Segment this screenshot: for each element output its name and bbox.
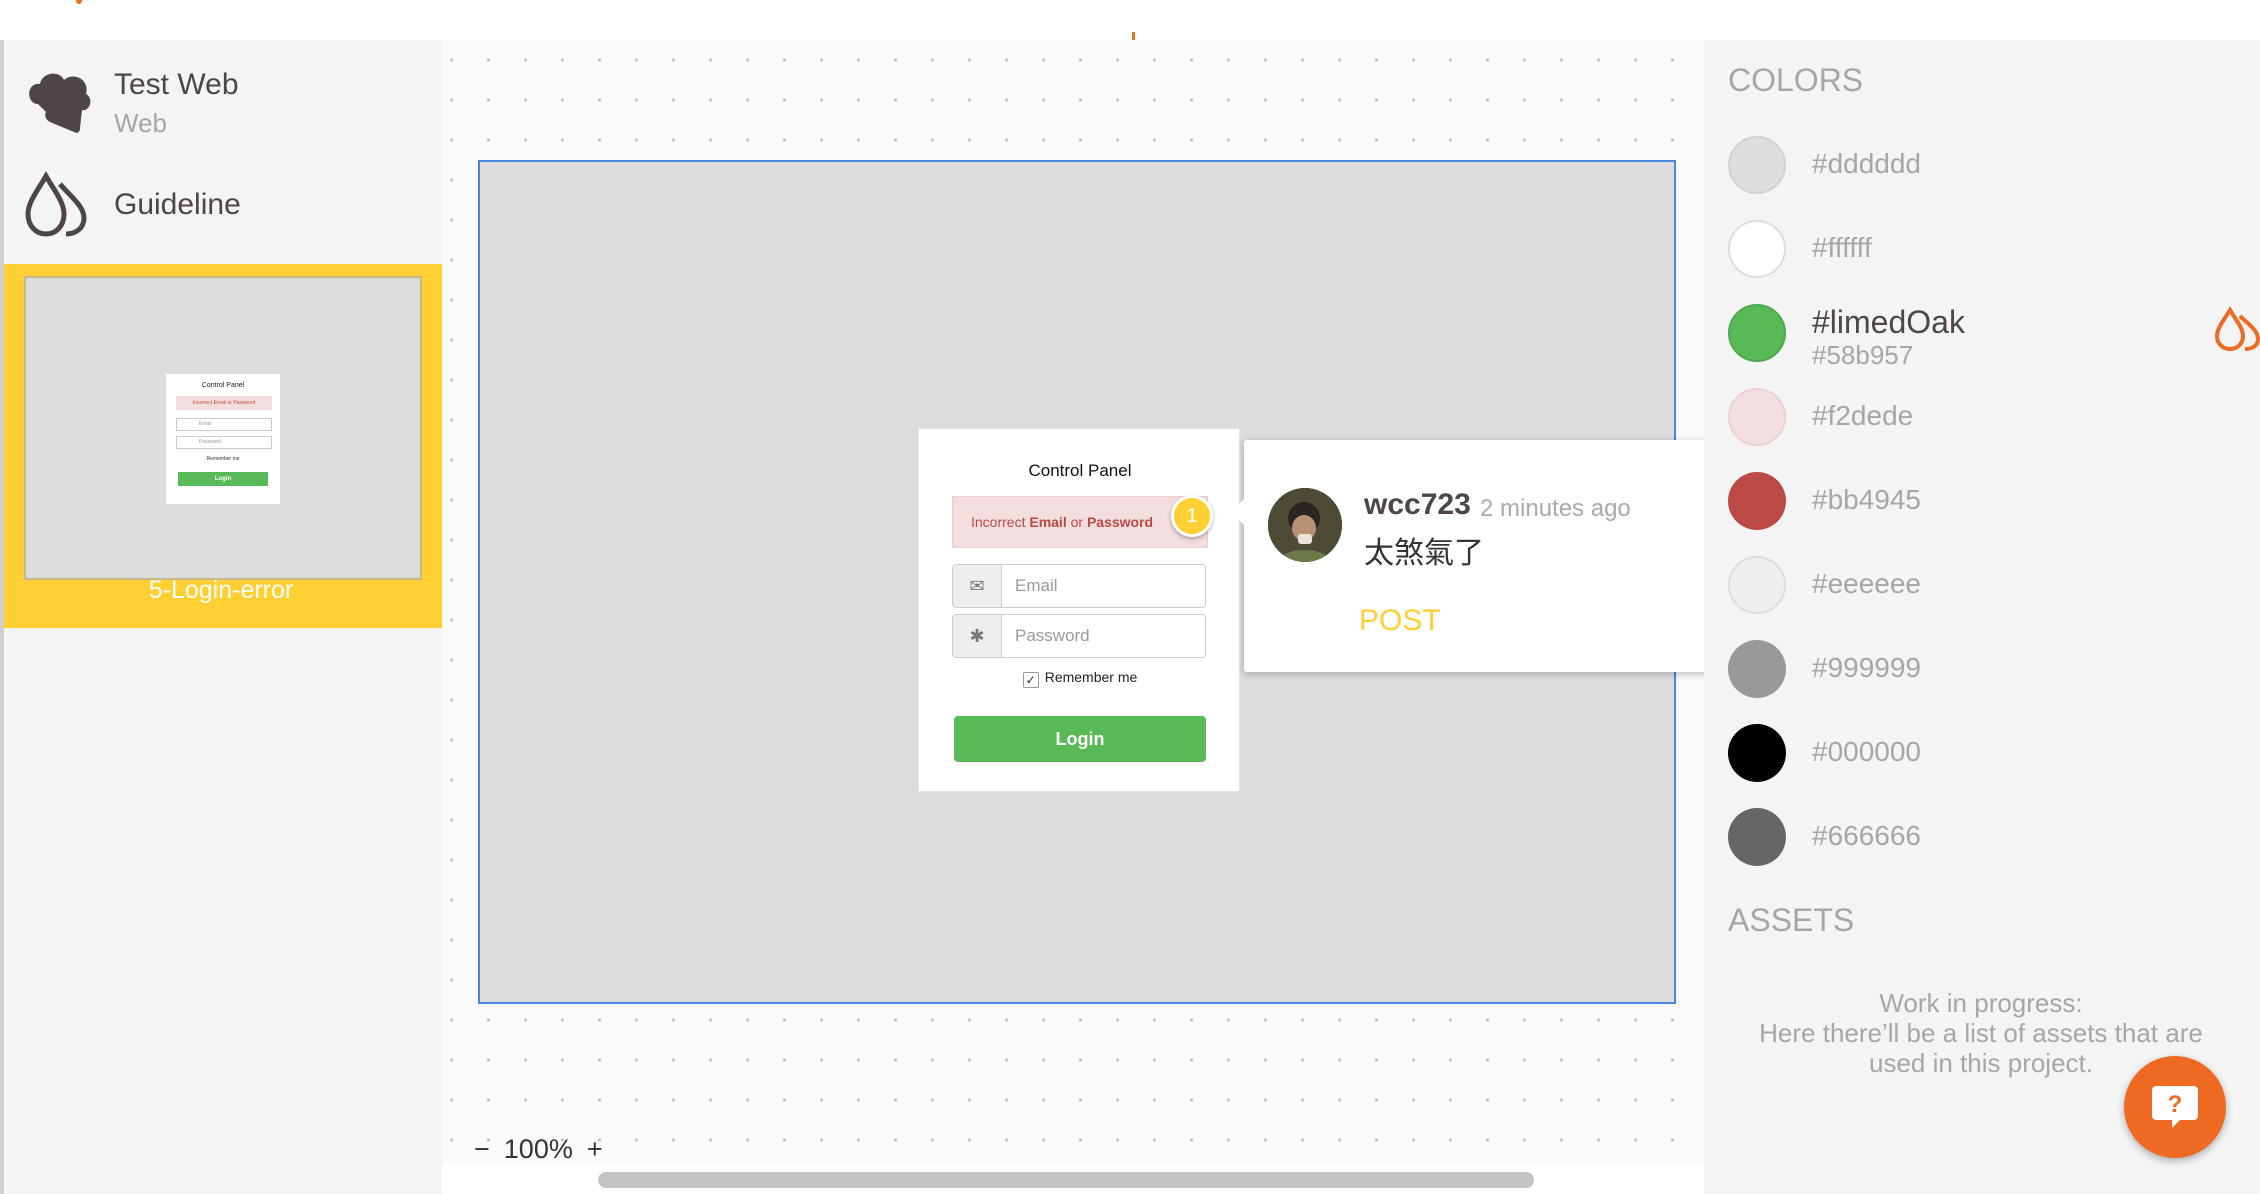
project-type: Web [114,108,167,138]
color-name: #666666 [1812,820,1922,851]
thumbnail-preview: Control Panel Incorrect Email or Passwor… [166,374,280,504]
color-name: #000000 [1812,736,1922,767]
sidebar-item-guideline[interactable]: Guideline [0,168,442,278]
color-item[interactable]: #999999 [1728,640,2248,700]
color-swatch [1728,556,1786,614]
popover-arrow [1231,498,1245,526]
email-placeholder: Email [1015,576,1058,595]
assets-heading: ASSETS [1728,902,1855,938]
color-hex: #58b957 [1812,340,1914,370]
color-swatch [1728,220,1786,278]
zoom-level: 100% [503,1134,573,1164]
zoom-in-button[interactable]: + [587,1134,603,1164]
horizontal-scrollbar[interactable] [598,1172,1534,1188]
left-sidebar: Test Web Web Guideline Control Panel Inc… [0,40,442,1194]
project-title: Test Web [114,68,239,101]
drops-icon [24,170,90,243]
top-bar [0,0,2260,41]
color-swatch [1728,388,1786,446]
envelope-icon: ✉ [953,565,1002,607]
email-field[interactable]: ✉ Email [952,564,1206,608]
password-field[interactable]: ✱ Password [952,614,1206,658]
color-item[interactable]: #000000 [1728,724,2248,784]
svg-text:?: ? [2168,1091,2183,1118]
color-name: #999999 [1812,652,1922,683]
thumb-password: Password [176,436,272,449]
color-swatch [1728,724,1786,782]
thumb-remember: Remember me [206,456,240,462]
help-chat-icon: ? [2150,1082,2200,1137]
project-item[interactable]: Test Web Web [0,50,442,160]
logo-fragment [76,0,82,4]
color-item[interactable]: #f2dede [1728,388,2248,448]
login-button[interactable]: Login [954,716,1206,762]
color-name: #f2dede [1812,400,1914,431]
comment-time: 2 minutes ago [1480,495,1631,522]
remember-me[interactable]: ✓ Remember me [919,669,1241,688]
login-panel: Control Panel Incorrect Email or Passwor… [918,428,1240,792]
checkbox-icon[interactable]: ✓ [1022,672,1039,688]
color-item[interactable]: #bb4945 [1728,472,2248,532]
asterisk-icon: ✱ [953,615,1002,657]
thumb-login: Login [178,472,268,486]
thumb-title: Control Panel [201,382,245,389]
color-item[interactable]: #666666 [1728,808,2248,868]
color-swatch [1728,808,1786,866]
page-name: 5-Login-error [148,576,294,604]
color-swatch [1728,304,1786,362]
comment-text: 太煞氣了 [1364,536,1484,571]
guideline-label: Guideline [114,188,241,221]
drops-icon[interactable] [2214,306,2260,357]
zoom-control: −100% + [474,1134,617,1165]
color-name: #bb4945 [1812,484,1922,515]
color-item[interactable]: #ffffff [1728,220,2248,280]
help-button[interactable]: ? [2124,1056,2226,1158]
color-name: #dddddd [1812,148,1922,179]
color-name: #eeeeee [1812,568,1922,599]
error-alert: Incorrect Email or Password [952,496,1208,548]
color-item[interactable]: #dddddd [1728,136,2248,196]
right-panel: COLORS #dddddd #ffffff #limedOak #58b957… [1704,40,2260,1194]
color-item-active[interactable]: #limedOak #58b957 [1728,304,2260,370]
zoom-out-button[interactable]: − [474,1134,490,1164]
thumb-email: Email [176,418,272,431]
comment-pin[interactable]: 1 [1171,495,1213,537]
sidebar-edge [0,40,4,1194]
page-thumbnail[interactable]: Control Panel Incorrect Email or Passwor… [24,276,422,580]
password-placeholder: Password [1015,626,1090,645]
color-name: #ffffff [1812,232,1872,263]
chef-hat-icon [24,70,94,139]
thumb-error: Incorrect Email or Password [176,396,272,410]
panel-title: Control Panel [1028,461,1132,480]
page-thumbnail-card[interactable]: Control Panel Incorrect Email or Passwor… [0,264,442,628]
color-item[interactable]: #eeeeee [1728,556,2248,616]
color-name: #limedOak [1812,304,1965,340]
color-swatch [1728,472,1786,530]
color-swatch [1728,136,1786,194]
color-swatch [1728,640,1786,698]
colors-heading: COLORS [1728,62,1864,98]
post-button[interactable]: POST [1359,604,1441,638]
avatar [1268,488,1342,562]
comment-username: wcc723 [1364,488,1471,521]
